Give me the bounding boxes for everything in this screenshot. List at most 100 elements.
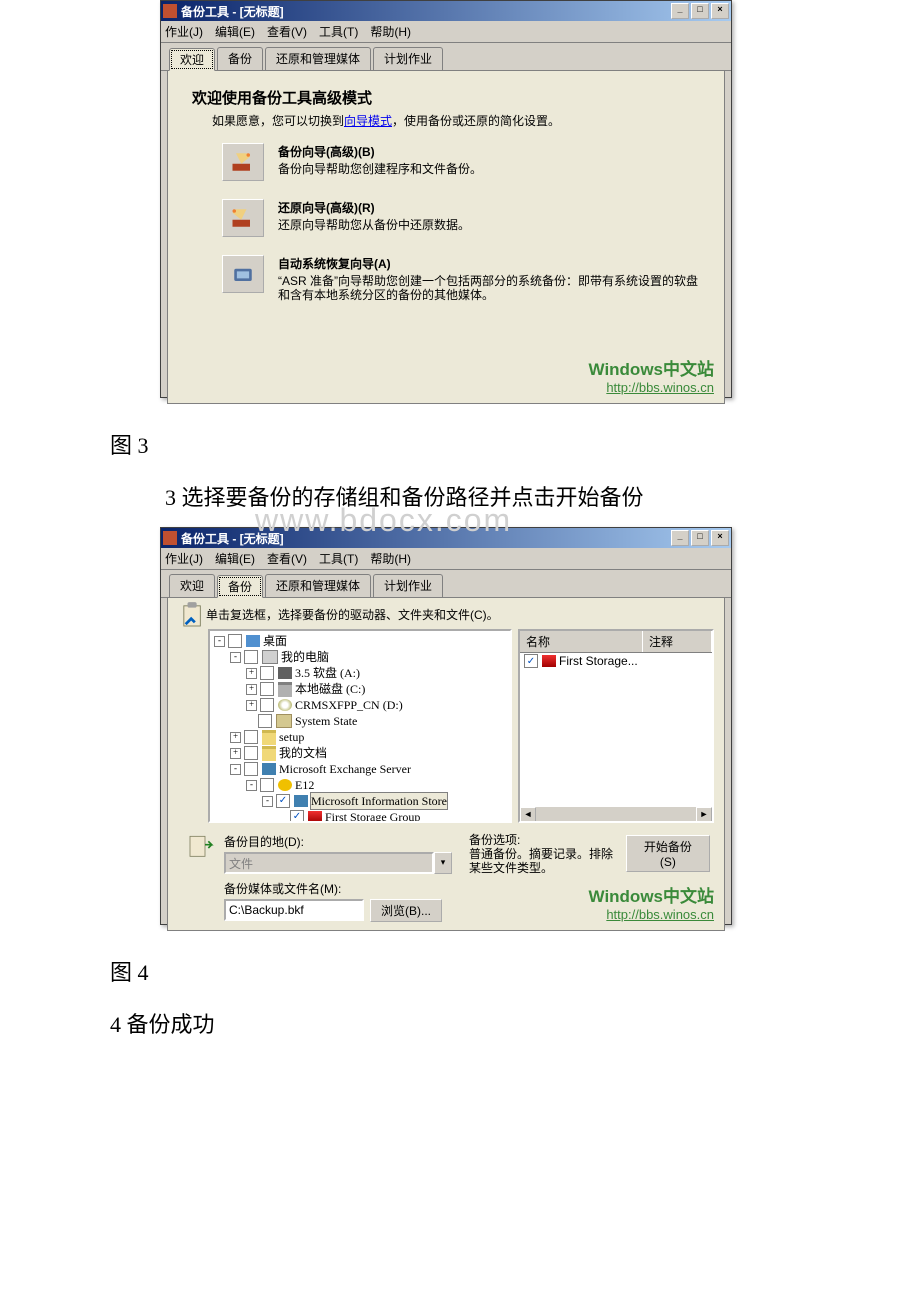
tree-desktop[interactable]: 桌面 [263,633,287,649]
browse-button[interactable]: 浏览(B)... [370,899,442,922]
tree-e12[interactable]: E12 [295,777,314,793]
figure-4-caption: 图 4 [110,955,920,987]
tree-cdrive[interactable]: 本地磁盘 (C:) [295,681,365,697]
horizontal-scrollbar[interactable]: ◄ ► [520,807,712,821]
col-comment[interactable]: 注释 [643,631,712,652]
storage-group-icon [542,655,556,667]
minimize-button[interactable]: _ [671,3,689,19]
expander-icon[interactable]: - [230,652,241,663]
checkbox[interactable] [258,714,272,728]
expander-icon[interactable]: + [246,684,257,695]
expander-icon[interactable]: + [230,748,241,759]
dropdown-button[interactable]: ▾ [434,852,452,874]
menu-edit[interactable]: 编辑(E) [215,23,255,40]
tab-restore[interactable]: 还原和管理媒体 [265,47,371,70]
menu-job[interactable]: 作业(J) [165,23,203,40]
brand-name: Windows中文站 [589,355,714,380]
checkbox[interactable] [244,762,258,776]
tree-mycomputer[interactable]: 我的电脑 [281,649,329,665]
restore-wizard-title: 还原向导(高级)(R) [278,199,470,216]
brand-url: http://bbs.winos.cn [589,380,714,395]
tree-panel[interactable]: - 桌面 - 我的电脑 +3.5 软盘 (A:) + 本地磁盘 (C:) + CRMSX… [208,629,512,823]
checkbox[interactable] [524,654,538,668]
tree-floppy[interactable]: 3.5 软盘 (A:) [295,665,360,681]
checkbox[interactable] [260,778,274,792]
clipboard-icon [182,602,204,628]
media-filename-input[interactable] [224,899,364,921]
menu-help[interactable]: 帮助(H) [370,550,411,567]
menu-tools[interactable]: 工具(T) [319,23,358,40]
list-panel[interactable]: 名称 注释 First Storage... ◄ ► [518,629,714,823]
list-item[interactable]: First Storage... [520,653,712,669]
checkbox[interactable] [260,698,274,712]
restore-wizard-button[interactable] [222,199,264,237]
expander-icon[interactable]: - [230,764,241,775]
restore-wizard-icon [229,204,257,232]
close-button[interactable]: × [711,530,729,546]
tree-exchange[interactable]: Microsoft Exchange Server [279,761,411,777]
footer-brand: Windows中文站 http://bbs.winos.cn [589,355,714,395]
asr-wizard-button[interactable] [222,255,264,293]
minimize-button[interactable]: _ [671,530,689,546]
welcome-subtitle: 如果愿意，您可以切换到向导模式，使用备份或还原的简化设置。 [212,112,710,129]
tree-infostore[interactable]: Microsoft Information Store [311,793,447,809]
floppy-icon [278,667,292,679]
maximize-button[interactable]: □ [691,530,709,546]
storage-group-icon [308,811,322,823]
checkbox[interactable] [228,634,242,648]
menu-bar: 作业(J) 编辑(E) 查看(V) 工具(T) 帮助(H) [161,548,731,570]
exchange-icon [262,763,276,775]
expander-icon[interactable]: + [246,668,257,679]
tab-welcome[interactable]: 欢迎 [169,574,215,597]
menu-view[interactable]: 查看(V) [267,550,307,567]
checkbox[interactable] [260,682,274,696]
tab-schedule[interactable]: 计划作业 [373,47,443,70]
menu-help[interactable]: 帮助(H) [370,23,411,40]
tab-welcome[interactable]: 欢迎 [169,48,215,71]
step-3-text: 3 选择要备份的存储组和备份路径并点击开始备份 [165,485,644,510]
cd-icon [278,699,292,711]
menu-tools[interactable]: 工具(T) [319,550,358,567]
backup-wizard-button[interactable] [222,143,264,181]
dest-type-select[interactable] [224,852,434,874]
window-titlebar: 备份工具 - [无标题] _ □ × [161,1,731,21]
checkbox[interactable] [260,666,274,680]
footer-brand: Windows中文站 http://bbs.winos.cn [589,882,714,922]
tab-backup[interactable]: 备份 [217,575,263,598]
expander-icon[interactable]: + [246,700,257,711]
wizard-mode-link[interactable]: 向导模式 [344,114,392,128]
start-backup-button[interactable]: 开始备份(S) [626,835,710,872]
tree-firstgroup[interactable]: First Storage Group [325,809,420,823]
tree-setup[interactable]: setup [279,729,304,745]
tree-sysstate[interactable]: System State [295,713,357,729]
scroll-left-icon[interactable]: ◄ [520,807,536,823]
tree-ddrive[interactable]: CRMSXFPP_CN (D:) [295,697,403,713]
tab-restore[interactable]: 还原和管理媒体 [265,574,371,597]
desktop-icon [246,635,260,647]
menu-job[interactable]: 作业(J) [165,550,203,567]
checkbox[interactable] [244,730,258,744]
checkbox[interactable] [244,746,258,760]
col-name[interactable]: 名称 [520,631,643,652]
tree-mydocs[interactable]: 我的文档 [279,745,327,761]
scroll-right-icon[interactable]: ► [696,807,712,823]
menu-edit[interactable]: 编辑(E) [215,550,255,567]
window-title: 备份工具 - [无标题] [181,530,671,547]
expander-icon[interactable]: + [230,732,241,743]
expander-icon[interactable]: - [262,796,273,807]
tab-schedule[interactable]: 计划作业 [373,574,443,597]
menu-view[interactable]: 查看(V) [267,23,307,40]
checkbox[interactable] [290,810,304,823]
brand-name: Windows中文站 [589,882,714,907]
expander-icon[interactable]: - [246,780,257,791]
computer-icon [262,650,278,664]
asr-wizard-icon [229,260,257,288]
maximize-button[interactable]: □ [691,3,709,19]
tab-bar: 欢迎 备份 还原和管理媒体 计划作业 [161,43,731,71]
close-button[interactable]: × [711,3,729,19]
window-title: 备份工具 - [无标题] [181,3,671,20]
tab-backup[interactable]: 备份 [217,47,263,70]
checkbox[interactable] [276,794,290,808]
expander-icon[interactable]: - [214,636,225,647]
checkbox[interactable] [244,650,258,664]
